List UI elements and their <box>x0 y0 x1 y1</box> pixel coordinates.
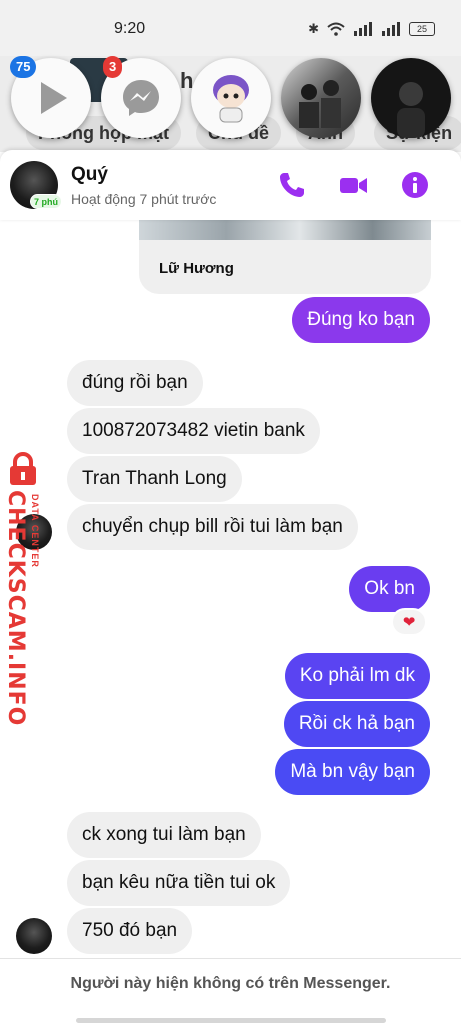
contact-name[interactable]: Quý <box>71 164 108 186</box>
bluetooth-icon: ✱ <box>308 21 319 36</box>
message-bubble-incoming[interactable]: Tran Thanh Long <box>67 456 242 502</box>
shared-post-image <box>139 220 431 240</box>
heart-reaction-icon[interactable]: ❤ <box>391 608 427 636</box>
info-icon[interactable] <box>400 170 430 200</box>
profile-photo-icon <box>397 82 425 138</box>
phone-icon[interactable] <box>277 170 307 200</box>
sender-avatar[interactable] <box>16 918 52 954</box>
shared-post-title: Lữ Hương <box>159 260 234 277</box>
message-bubble-outgoing[interactable]: Đúng ko bạn <box>292 297 430 343</box>
battery-icon: 25 <box>409 22 435 36</box>
group-photo-icon <box>299 80 341 128</box>
signal-icon <box>354 22 372 36</box>
message-bubble-incoming[interactable]: chuyển chụp bill rồi tui làm bạn <box>67 504 358 550</box>
signal-icon <box>382 22 400 36</box>
message-bubble-incoming[interactable]: 100872073482 vietin bank <box>67 408 320 454</box>
watermark-text: CHECKSCAM.INFO <box>3 490 28 727</box>
message-bubble-incoming[interactable]: ck xong tui làm bạn <box>67 812 261 858</box>
active-time-badge: 7 phú <box>30 194 62 209</box>
message-bubble-outgoing[interactable]: Rồi ck hả bạn <box>283 701 430 747</box>
status-icons: ✱ 25 <box>308 21 435 37</box>
sticker-character-icon <box>213 75 249 123</box>
chat-head-badge: 3 <box>103 56 123 78</box>
lock-icon <box>10 452 36 485</box>
message-list[interactable]: Lữ Hương Đúng ko bạn đúng rồi bạn 100872… <box>0 220 461 958</box>
chat-header: 7 phú Quý Hoạt động 7 phút trước <box>0 150 461 220</box>
messenger-icon <box>123 80 159 116</box>
message-bubble-incoming[interactable]: bạn kêu nữa tiền tui ok <box>67 860 291 906</box>
watermark-subtext: DATA CENTER <box>30 494 40 568</box>
contact-status: Hoạt động 7 phút trước <box>71 191 217 207</box>
message-bubble-incoming[interactable]: đúng rồi bạn <box>67 360 203 406</box>
chat-head-badge: 75 <box>10 56 37 78</box>
status-time: 9:20 <box>114 20 146 37</box>
checkscam-watermark: CHECKSCAM.INFO DATA CENTER <box>0 450 48 726</box>
message-bubble-outgoing[interactable]: Mà bn vậy bạn <box>275 749 430 795</box>
home-indicator[interactable] <box>76 1018 386 1023</box>
play-icon <box>41 82 67 114</box>
message-bubble-incoming[interactable]: 750 đó bạn <box>67 908 193 954</box>
video-call-icon[interactable] <box>338 170 368 200</box>
status-bar: 9:20 ✱ 25 <box>0 0 461 56</box>
composer-unavailable-bar: Người này hiện không có trên Messenger. <box>0 958 461 1024</box>
message-bubble-outgoing[interactable]: Ok bn <box>349 566 430 612</box>
shared-post-card[interactable]: Lữ Hương <box>139 220 431 294</box>
battery-level: 25 <box>416 24 427 34</box>
message-bubble-outgoing[interactable]: Ko phải lm dk <box>284 653 430 699</box>
chat-head-sticker[interactable] <box>191 58 271 138</box>
unavailable-notice: Người này hiện không có trên Messenger. <box>70 975 391 992</box>
chat-head-profile[interactable] <box>371 58 451 138</box>
chat-head-group-photo[interactable] <box>281 58 361 138</box>
wifi-icon <box>327 22 345 36</box>
